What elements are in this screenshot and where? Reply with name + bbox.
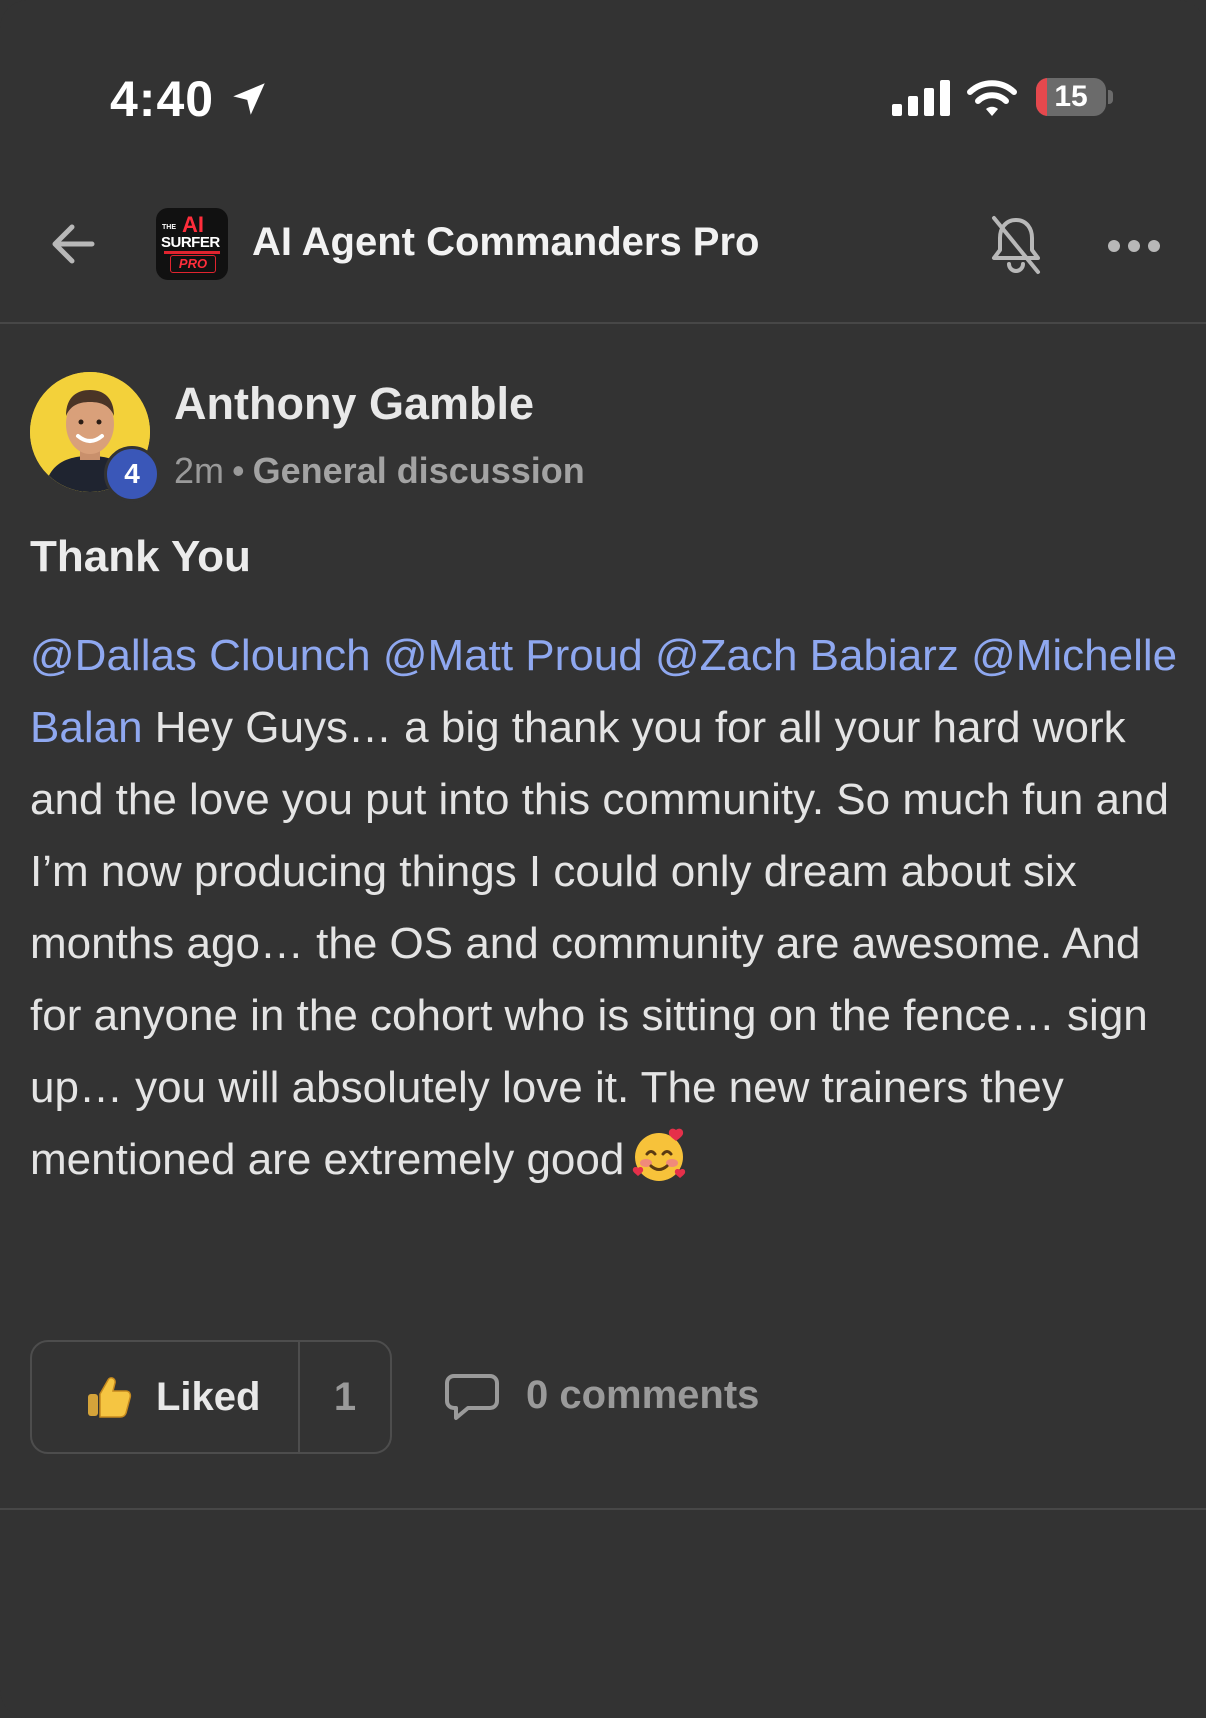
post-divider xyxy=(0,1508,1206,1510)
location-arrow-icon xyxy=(233,83,265,115)
post-body: @Dallas Clounch @Matt Proud @Zach Babiar… xyxy=(30,620,1180,1196)
battery-charging-icon: 15 xyxy=(1036,78,1113,116)
mention-dallas-clounch[interactable]: @Dallas Clounch xyxy=(30,631,371,680)
liked-label: Liked xyxy=(156,1375,261,1419)
post-title: Thank You xyxy=(30,532,251,581)
back-arrow-icon[interactable] xyxy=(44,214,104,274)
like-button[interactable]: Liked xyxy=(32,1342,298,1452)
post-time: 2m xyxy=(174,450,225,491)
mention-zach-babiarz[interactable]: @Zach Babiarz xyxy=(655,631,959,680)
logo-word: SURFER xyxy=(161,234,220,251)
post-category[interactable]: General discussion xyxy=(253,450,585,491)
like-count[interactable]: 1 xyxy=(300,1342,390,1452)
like-group: Liked 1 xyxy=(30,1340,392,1454)
post-actions: Liked 1 0 comments xyxy=(30,1340,1180,1458)
comments-button[interactable]: 0 comments xyxy=(444,1340,774,1454)
app-header: THE AI SURFER PRO AI Agent Commanders Pr… xyxy=(0,190,1206,324)
mention-matt-proud[interactable]: @Matt Proud xyxy=(383,631,643,680)
post-meta: 2m • General discussion xyxy=(174,450,585,492)
logo-small-text: THE xyxy=(162,224,176,231)
bell-off-icon[interactable] xyxy=(988,214,1044,276)
group-title[interactable]: AI Agent Commanders Pro xyxy=(252,220,759,265)
status-bar: 4:40 15 xyxy=(0,0,1206,160)
comments-label: 0 comments xyxy=(526,1373,760,1417)
wifi-icon xyxy=(967,80,1017,116)
level-badge: 4 xyxy=(104,446,160,502)
thumbs-up-icon xyxy=(88,1377,132,1418)
app-screen: 4:40 15 THE AI SURFER PRO AI Agent Comma… xyxy=(0,0,1206,1718)
cellular-signal-icon xyxy=(892,80,950,116)
status-time: 4:40 xyxy=(110,71,215,127)
author-name[interactable]: Anthony Gamble xyxy=(174,378,534,430)
more-dots-icon[interactable] xyxy=(1106,226,1162,266)
smiling-face-with-hearts-icon xyxy=(633,1128,686,1181)
group-logo[interactable]: THE AI SURFER PRO xyxy=(156,208,228,280)
logo-badge: PRO xyxy=(170,255,216,273)
post-body-text: Hey Guys… a big thank you for all your h… xyxy=(30,703,1169,1184)
battery-level: 15 xyxy=(1054,80,1088,113)
meta-separator: • xyxy=(232,450,245,491)
comment-bubble-icon xyxy=(445,1374,499,1420)
